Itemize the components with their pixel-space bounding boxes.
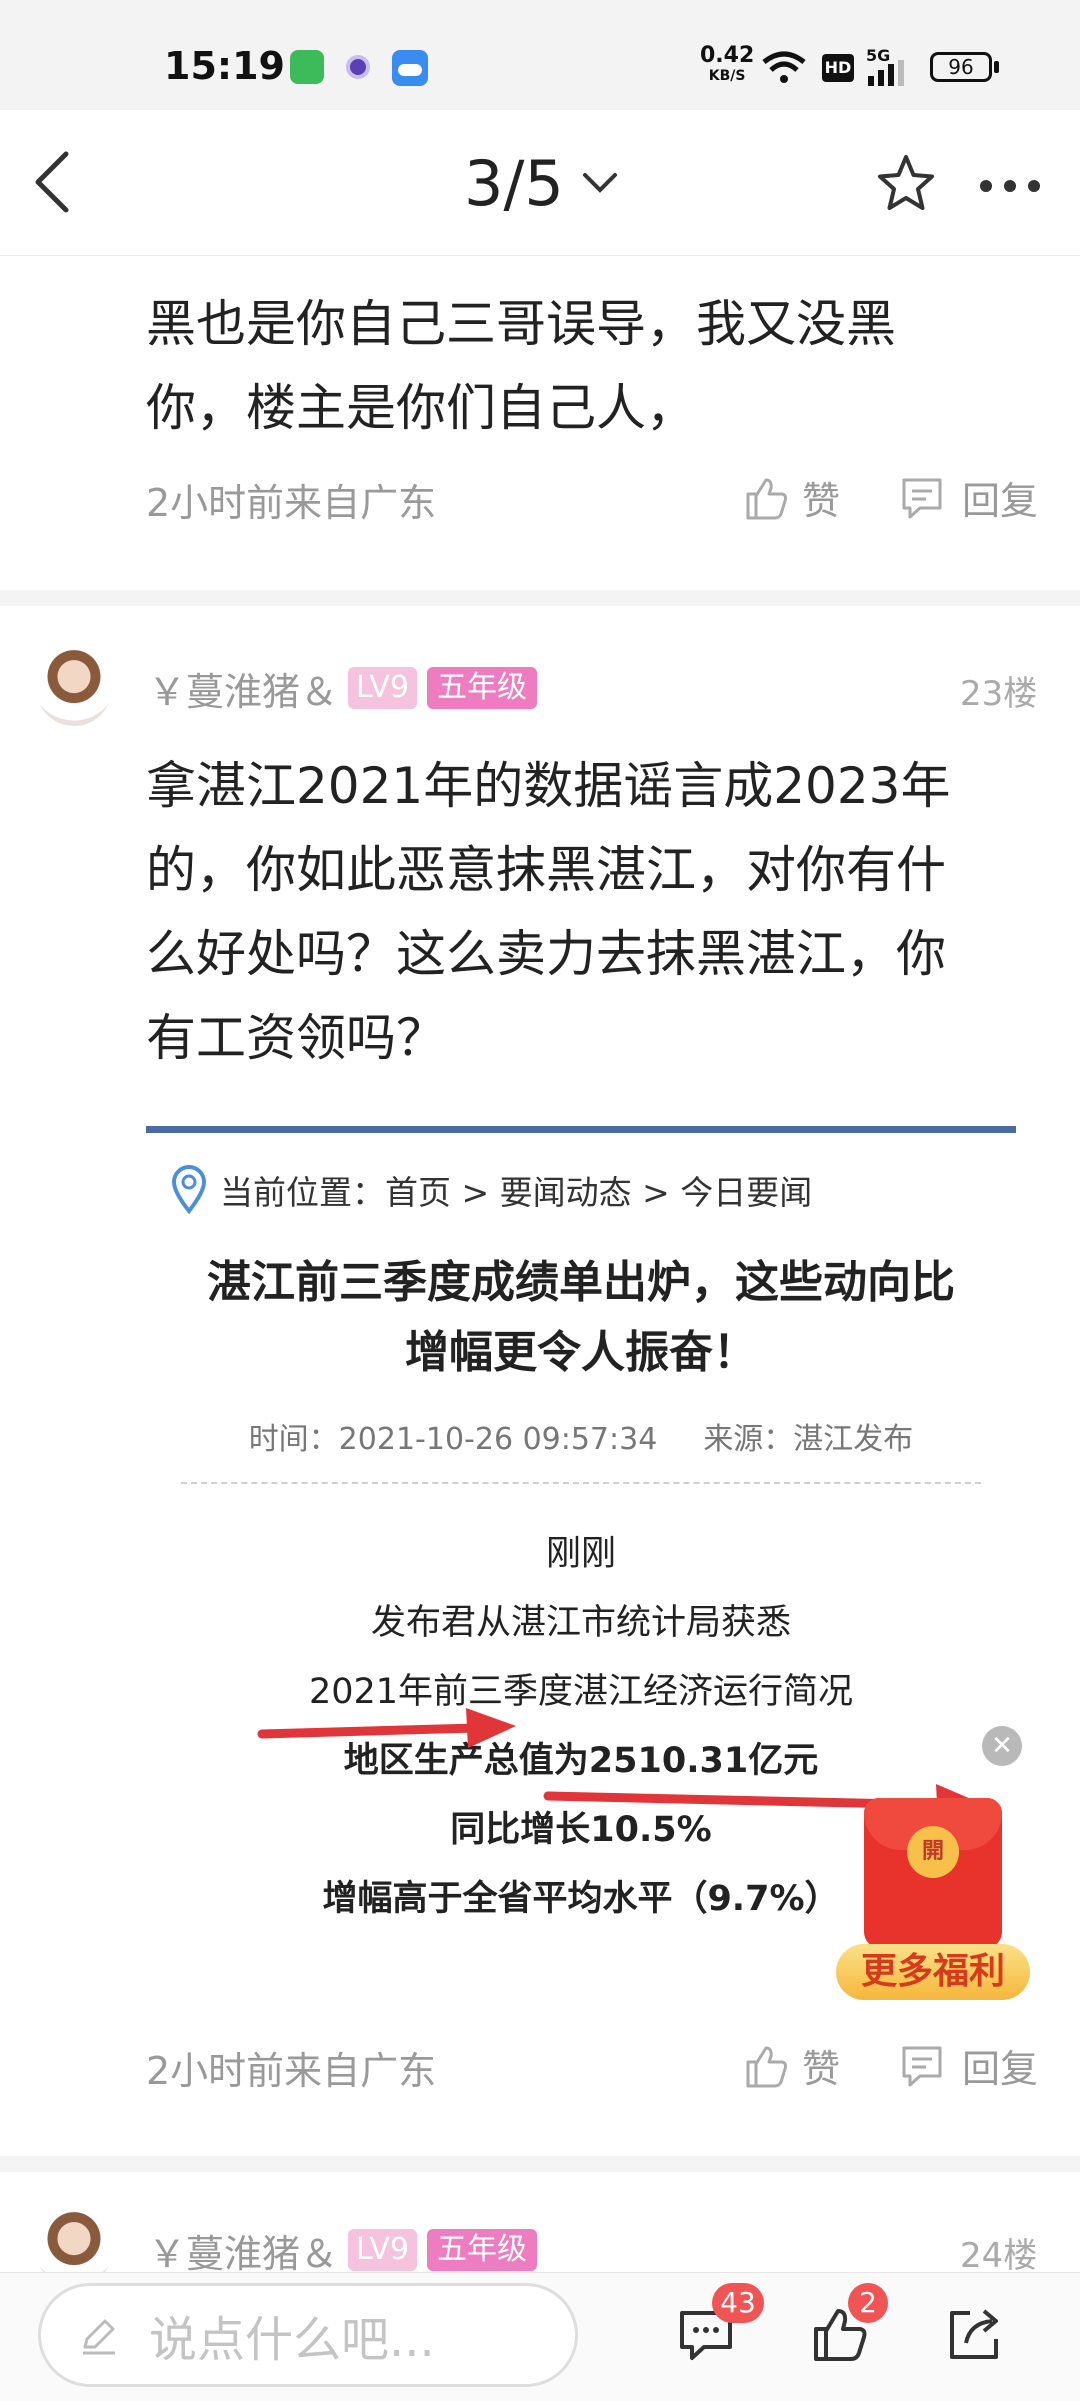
grade-badge: 五年级 [427, 2229, 538, 2271]
comment-icon [902, 478, 942, 518]
battery-level: 96 [948, 55, 974, 79]
hd-icon: HD [822, 54, 854, 82]
status-bar: 15:19 0.42 KB/S HD 5G 96 [0, 0, 1080, 110]
post-header: ￥蔓淮猪＆ LV9 五年级 [148, 664, 538, 714]
level-badge: LV9 [348, 667, 418, 709]
like-button[interactable]: 赞 [742, 2038, 840, 2093]
reply-button[interactable]: 回复 [898, 2038, 1038, 2093]
username[interactable]: ￥蔓淮猪＆ [148, 2223, 338, 2278]
status-time: 15:19 [164, 44, 285, 88]
star-favorite-icon[interactable] [874, 152, 938, 216]
app-notification-icon [346, 55, 370, 79]
post-header: ￥蔓淮猪＆ LV9 五年级 [148, 2226, 538, 2276]
section-divider [0, 2156, 1080, 2172]
page-selector[interactable]: 3/5 [464, 146, 618, 220]
chevron-down-icon [582, 173, 617, 193]
comment-input-placeholder: 说点什么吧... [149, 2312, 435, 2368]
comment-input[interactable]: 说点什么吧... [38, 2283, 578, 2387]
post-meta: 2小时前来自广东 [146, 2049, 437, 2093]
grade-badge: 五年级 [427, 667, 538, 709]
top-navigation-bar: 3/5 [0, 110, 1080, 256]
weather-icon [392, 50, 428, 86]
level-badge: LV9 [348, 2229, 418, 2271]
more-benefits-button[interactable]: 更多福利 [836, 1944, 1030, 2000]
like-count-badge: 2 [848, 2283, 888, 2323]
avatar[interactable] [36, 650, 112, 726]
floor-number: 24楼 [960, 2236, 1038, 2276]
post-content: 拿湛江2021年的数据谣言成2023年 的，你如此恶意抹黑湛江，对你有什 么好处… [146, 757, 951, 1067]
comment-icon [902, 2046, 942, 2086]
username[interactable]: ￥蔓淮猪＆ [148, 661, 338, 716]
back-arrow-icon[interactable] [30, 150, 74, 214]
thumbs-up-icon [746, 478, 788, 519]
share-icon[interactable] [944, 2305, 1004, 2365]
reply-button[interactable]: 回复 [898, 470, 1038, 525]
open-coin-icon: 開 [907, 1826, 959, 1878]
like-button[interactable]: 赞 [742, 470, 840, 525]
signal-icon [868, 60, 904, 86]
wifi-icon [762, 51, 806, 83]
network-speed: 0.42 KB/S [700, 43, 755, 85]
battery-cap [994, 61, 999, 73]
more-options-icon[interactable] [980, 180, 1040, 192]
reply-content: 黑也是你自己三哥误导，我又没黑 你，楼主是你们自己人， [146, 295, 896, 437]
wechat-icon [290, 50, 324, 84]
bottom-action-bar: 说点什么吧... 43 2 [0, 2272, 1080, 2401]
reply-meta: 2小时前来自广东 [146, 481, 437, 525]
battery-icon: 96 [930, 52, 992, 82]
like-post-button[interactable]: 2 [810, 2283, 888, 2365]
thumbs-up-icon [746, 2046, 788, 2087]
red-envelope-icon[interactable]: 開 [864, 1798, 1002, 1948]
pencil-icon [83, 2319, 115, 2355]
page-indicator: 3/5 [464, 146, 564, 220]
comment-count-badge: 43 [712, 2283, 764, 2323]
comments-button[interactable]: 43 [676, 2283, 764, 2365]
close-promo-button[interactable]: ✕ [982, 1726, 1022, 1766]
section-divider [0, 590, 1080, 606]
floor-number: 23楼 [960, 674, 1038, 714]
